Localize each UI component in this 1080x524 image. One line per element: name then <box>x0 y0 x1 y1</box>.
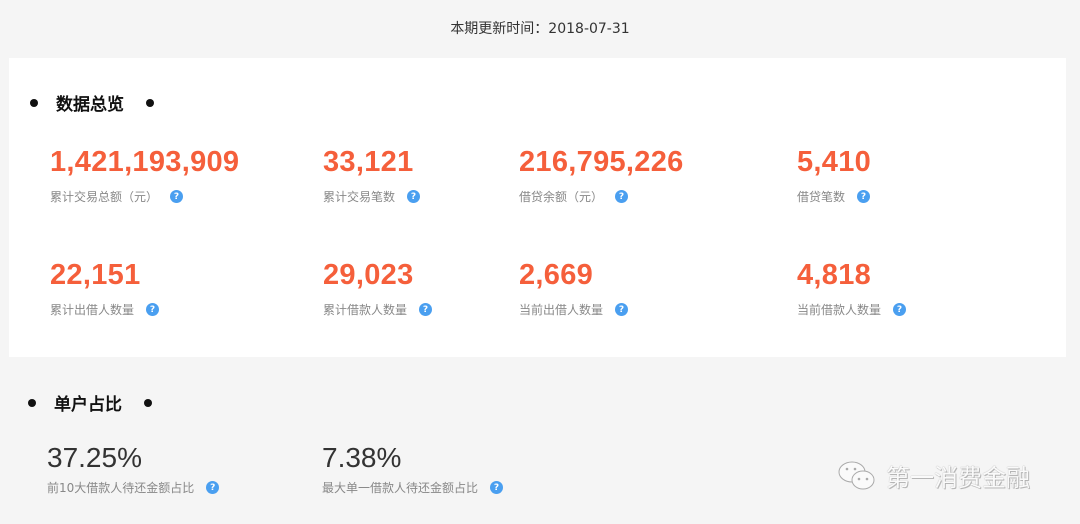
stat-value: 7.38% <box>322 442 402 473</box>
stat-value: 29,023 <box>323 259 414 291</box>
help-icon[interactable]: ? <box>407 190 421 203</box>
help-icon[interactable]: ? <box>615 303 629 316</box>
bullet-icon <box>30 98 38 107</box>
bullet-icon <box>28 398 36 407</box>
stat-value: 22,151 <box>50 259 141 291</box>
help-icon[interactable]: ? <box>857 190 871 203</box>
help-icon[interactable]: ? <box>170 190 184 203</box>
single-stat: 37.25% 前10大借款人待还金额占比? <box>47 442 220 496</box>
overview-title-text: 数据总览 <box>56 95 124 115</box>
overview-stat: 1,421,193,909 累计交易总额（元）? <box>50 146 239 205</box>
overview-stat: 22,151 累计出借人数量? <box>50 259 160 318</box>
stat-value: 216,795,226 <box>519 146 684 178</box>
update-time: 本期更新时间：2018-07-31 <box>450 21 630 37</box>
single-title-text: 单户占比 <box>54 395 122 415</box>
help-icon[interactable]: ? <box>419 303 433 316</box>
overview-stat: 5,410 借贷笔数? <box>797 146 871 205</box>
stat-value: 4,818 <box>797 259 872 291</box>
watermark: 第一消费金融 <box>836 458 1030 493</box>
single-stat: 7.38% 最大单一借款人待还金额占比? <box>322 442 504 496</box>
stat-label: 借贷笔数 <box>797 190 846 204</box>
stat-label: 当前出借人数量 <box>519 303 604 317</box>
stat-label: 累计借款人数量 <box>323 303 408 317</box>
overview-stat: 216,795,226 借贷余额（元）? <box>519 146 684 205</box>
overview-stat: 29,023 累计借款人数量? <box>323 259 433 318</box>
help-icon[interactable]: ? <box>893 303 907 316</box>
stat-value: 37.25% <box>47 442 142 473</box>
stat-label: 借贷余额（元） <box>519 190 604 204</box>
stat-value: 5,410 <box>797 146 872 178</box>
single-title: 单户占比 <box>28 390 152 415</box>
overview-title: 数据总览 <box>30 90 154 115</box>
watermark-text: 第一消费金融 <box>886 464 1030 492</box>
stat-label: 累计交易总额（元） <box>50 190 159 204</box>
stat-label: 累计交易笔数 <box>323 190 396 204</box>
wechat-icon <box>838 461 875 489</box>
overview-stat: 33,121 累计交易笔数? <box>323 146 421 205</box>
help-icon[interactable]: ? <box>490 481 504 494</box>
stat-value: 2,669 <box>519 259 594 291</box>
stat-value: 1,421,193,909 <box>50 146 240 178</box>
help-icon[interactable]: ? <box>146 303 160 316</box>
overview-stat: 4,818 当前借款人数量? <box>797 259 907 318</box>
bullet-icon <box>146 98 154 107</box>
stat-label: 前10大借款人待还金额占比 <box>47 481 195 495</box>
stat-label: 最大单一借款人待还金额占比 <box>322 481 479 495</box>
help-icon[interactable]: ? <box>615 190 629 203</box>
stat-label: 累计出借人数量 <box>50 303 135 317</box>
stat-value: 33,121 <box>323 146 414 178</box>
stat-label: 当前借款人数量 <box>797 303 882 317</box>
bullet-icon <box>144 398 152 407</box>
overview-stat: 2,669 当前出借人数量? <box>519 259 629 318</box>
help-icon[interactable]: ? <box>206 481 220 494</box>
